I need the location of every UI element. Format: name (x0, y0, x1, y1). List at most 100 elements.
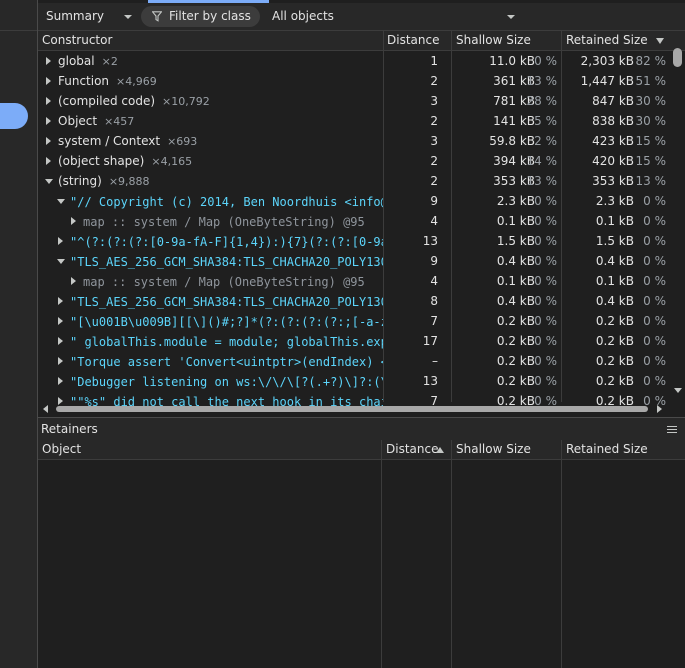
retained-size-value: 0.2 kB (595, 354, 634, 368)
vertical-scrollbar-thumb[interactable] (673, 48, 682, 67)
constructor-label: Function ×4,969 (58, 74, 157, 88)
expand-arrow-icon[interactable] (46, 137, 51, 145)
table-row[interactable]: "Debugger listening on ws:\/\/\[?(.+?)\]… (38, 371, 670, 391)
table-row[interactable]: map :: system / Map (OneByteString) @95 4… (38, 271, 670, 291)
shallow-size-percent: 28 % (526, 94, 558, 108)
column-distance[interactable]: Distance (387, 33, 439, 47)
instance-count: ×693 (167, 135, 198, 148)
table-row[interactable]: (object shape) ×4,165 2 394 kB 14 % 420 kB 15 … (38, 151, 670, 171)
expand-arrow-icon[interactable] (46, 157, 51, 165)
distance-cell: – (432, 354, 438, 368)
shallow-size-percent: 0 % (534, 374, 557, 388)
column-retained-size[interactable]: Retained Size (566, 442, 648, 456)
scroll-left-arrow[interactable] (43, 405, 48, 413)
table-row[interactable]: Function ×4,969 2 361 kB 13 % 1,447 kB 51 % (38, 71, 670, 91)
table-row[interactable]: map :: system / Map (OneByteString) @95 4… (38, 211, 670, 231)
instance-count: ×457 (104, 115, 135, 128)
shallow-size-percent: 5 % (534, 114, 557, 128)
shallow-size-value: 1.5 kB (496, 234, 535, 248)
column-shallow-size[interactable]: Shallow Size (456, 33, 531, 47)
shallow-size-percent: 0 % (534, 294, 557, 308)
sort-ascending-icon[interactable] (436, 447, 444, 453)
expand-arrow-icon[interactable] (71, 277, 76, 285)
distance-cell: 2 (430, 114, 438, 128)
scroll-down-arrow[interactable] (674, 388, 682, 393)
filter-placeholder: Filter by class (169, 9, 251, 23)
expand-arrow-icon[interactable] (46, 57, 51, 65)
table-row[interactable]: system / Context ×693 3 59.8 kB 2 % 423 kB 15 … (38, 131, 670, 151)
constructor-cell: "^(?:(?:(?:[0-9a-fA-F]{1,4}):){7}(?:(?:[… (38, 231, 383, 251)
column-divider (381, 440, 382, 668)
constructor-name: "Debugger listening on ws:\/\/\[?(.+?)\]… (70, 375, 383, 389)
collapse-arrow-icon[interactable] (57, 259, 65, 264)
collapse-arrow-icon[interactable] (45, 179, 53, 184)
shallow-size-percent: 0 % (534, 194, 557, 208)
distance-cell: 4 (430, 274, 438, 288)
horizontal-scrollbar[interactable] (38, 402, 670, 416)
column-constructor[interactable]: Constructor (42, 33, 112, 47)
table-row[interactable]: " globalThis.module = module; globalThis… (38, 331, 670, 351)
table-row[interactable]: "Torque assert 'Convert<uintptr>(endInde… (38, 351, 670, 371)
constructor-cell: (string) ×9,888 (38, 171, 383, 191)
collapse-arrow-icon[interactable] (57, 199, 65, 204)
retained-size-percent: 0 % (643, 374, 666, 388)
distance-cell: 9 (430, 254, 438, 268)
constructor-name: (string) (58, 174, 102, 188)
retained-size-percent: 0 % (643, 354, 666, 368)
constructor-cell: Function ×4,969 (38, 71, 383, 91)
retained-size-value: 1.5 kB (595, 234, 634, 248)
table-row[interactable]: "TLS_AES_256_GCM_SHA384:TLS_CHACHA20_POL… (38, 251, 670, 271)
column-shallow-size[interactable]: Shallow Size (456, 442, 531, 456)
table-row[interactable]: (compiled code) ×10,792 3 781 kB 28 % 847 kB 3… (38, 91, 670, 111)
constructor-label: global ×2 (58, 54, 118, 68)
column-object[interactable]: Object (42, 442, 81, 456)
constructor-name: "TLS_AES_256_GCM_SHA384:TLS_CHACHA20_POL… (70, 255, 383, 269)
expand-arrow-icon[interactable] (46, 117, 51, 125)
table-row[interactable]: "TLS_AES_256_GCM_SHA384:TLS_CHACHA20_POL… (38, 291, 670, 311)
expand-arrow-icon[interactable] (71, 217, 76, 225)
constructor-name: (compiled code) (58, 94, 156, 108)
constructor-cell: system / Context ×693 (38, 131, 383, 151)
expand-arrow-icon[interactable] (58, 317, 63, 325)
table-row[interactable]: (string) ×9,888 2 353 kB 13 % 353 kB 13 % (38, 171, 670, 191)
constructor-cell: "Torque assert 'Convert<uintptr>(endInde… (38, 351, 383, 371)
constructor-cell: map :: system / Map (OneByteString) @95 (38, 211, 383, 231)
expand-arrow-icon[interactable] (46, 77, 51, 85)
retained-size-percent: 0 % (643, 334, 666, 348)
distance-cell: 3 (430, 134, 438, 148)
vertical-scrollbar[interactable] (671, 48, 685, 396)
distance-cell: 1 (430, 54, 438, 68)
expand-arrow-icon[interactable] (58, 237, 63, 245)
filter-by-class-input[interactable]: Filter by class (141, 6, 260, 27)
menu-icon[interactable] (667, 426, 677, 435)
table-row[interactable]: "[\u001B\u009B][[\]()#;?]*(?:(?:(?:(?:;[… (38, 311, 670, 331)
distance-cell: 3 (430, 94, 438, 108)
expand-arrow-icon[interactable] (46, 97, 51, 105)
chevron-down-icon[interactable] (124, 15, 132, 19)
expand-arrow-icon[interactable] (58, 377, 63, 385)
constructor-label: (compiled code) ×10,792 (58, 94, 210, 108)
retainers-table-header: Object Distance Shallow Size Retained Si… (38, 440, 685, 460)
column-retained-size[interactable]: Retained Size (566, 33, 648, 47)
table-row[interactable]: global ×2 1 11.0 kB 0 % 2,303 kB 82 % (38, 51, 670, 71)
toolbar: Summary Filter by class All objects (38, 3, 685, 31)
horizontal-scrollbar-thumb[interactable] (56, 406, 648, 412)
table-row[interactable]: "^(?:(?:(?:[0-9a-fA-F]{1,4}):){7}(?:(?:[… (38, 231, 670, 251)
table-row[interactable]: "// Copyright (c) 2014, Ben Noordhuis <i… (38, 191, 670, 211)
expand-arrow-icon[interactable] (58, 357, 63, 365)
shallow-size-value: 0.2 kB (496, 354, 535, 368)
selected-profile-indicator[interactable] (0, 103, 28, 129)
scope-select[interactable]: All objects (272, 9, 334, 23)
sort-descending-icon[interactable] (656, 38, 664, 44)
expand-arrow-icon[interactable] (58, 297, 63, 305)
constructor-cell: "TLS_AES_256_GCM_SHA384:TLS_CHACHA20_POL… (38, 251, 383, 271)
distance-cell: 2 (430, 154, 438, 168)
distance-cell: 2 (430, 74, 438, 88)
expand-arrow-icon[interactable] (58, 337, 63, 345)
chevron-down-icon[interactable] (507, 15, 515, 19)
table-row[interactable]: Object ×457 2 141 kB 5 % 838 kB 30 % (38, 111, 670, 131)
scroll-right-arrow[interactable] (657, 405, 662, 413)
column-distance[interactable]: Distance (386, 442, 438, 456)
shallow-size-percent: 0 % (534, 314, 557, 328)
view-select[interactable]: Summary (46, 9, 104, 23)
